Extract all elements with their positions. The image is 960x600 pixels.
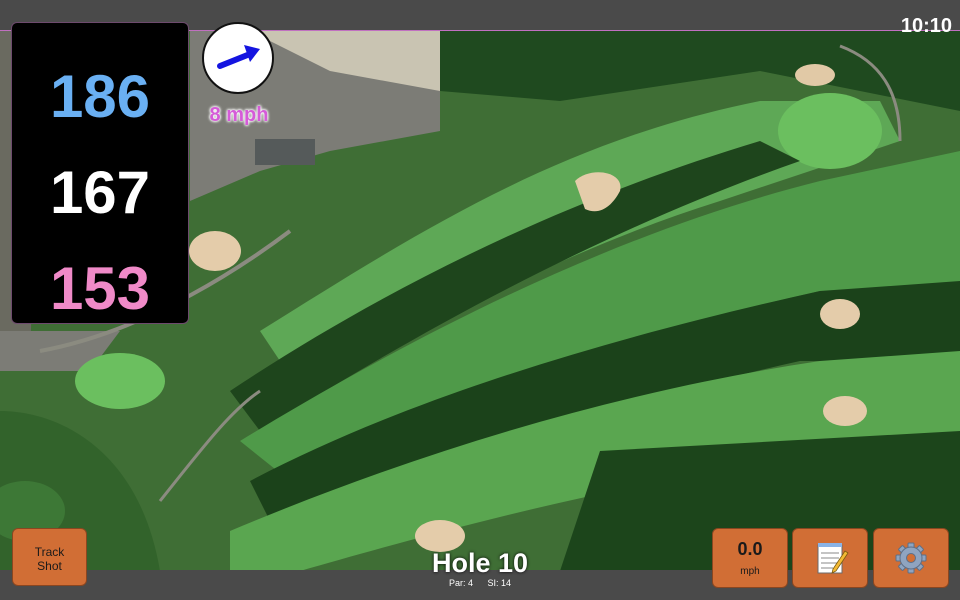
- distance-to-back: 186: [49, 63, 151, 130]
- speed-unit: mph: [740, 566, 760, 577]
- distance-panel: 186 167 153: [11, 22, 189, 324]
- notes-button[interactable]: [792, 528, 868, 588]
- hole-meta: Par: 4 SI: 14: [380, 578, 580, 588]
- wind-indicator: [202, 22, 274, 94]
- settings-button[interactable]: [873, 528, 949, 588]
- hole-stroke-index: SI: 14: [487, 578, 512, 588]
- notepad-icon: [817, 543, 849, 574]
- track-shot-label-line2: Shot: [37, 559, 62, 573]
- wind-speed: 8 mph: [209, 104, 269, 126]
- distance-to-front: 153: [49, 255, 151, 322]
- track-shot-button[interactable]: Track Shot: [12, 528, 87, 586]
- speed-button[interactable]: 0.0 mph: [712, 528, 788, 588]
- wind-arrow-icon: [217, 45, 260, 69]
- track-shot-label-line1: Track: [34, 545, 65, 559]
- hole-par: Par: 4: [448, 578, 473, 588]
- speed-value: 0.0: [737, 539, 763, 559]
- distance-to-middle: 167: [49, 159, 151, 226]
- hole-title: Hole 10: [431, 548, 529, 578]
- gear-icon: [895, 542, 927, 574]
- clock: 10:10: [900, 15, 952, 37]
